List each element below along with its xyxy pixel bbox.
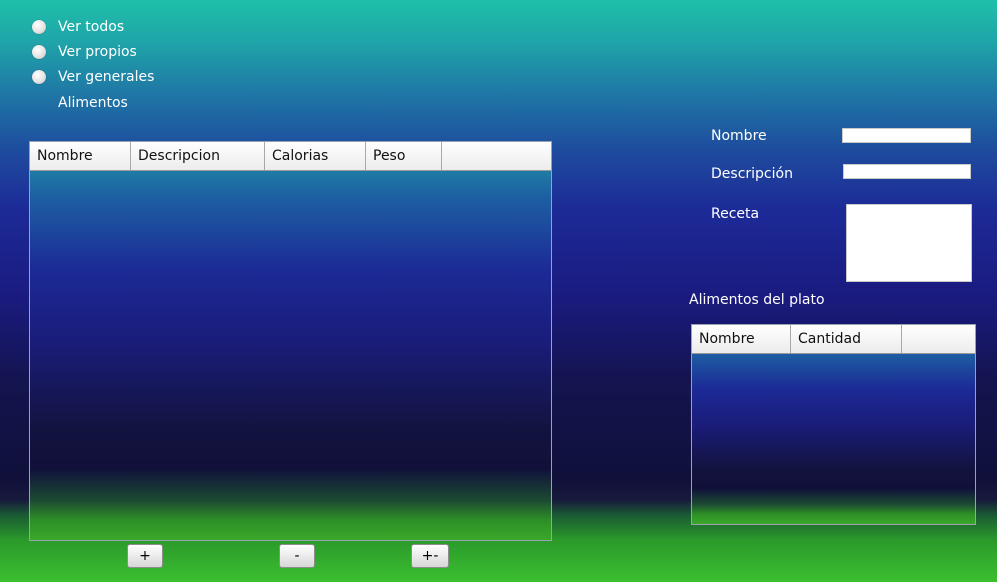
alimentos-del-plato-heading: Alimentos del plato [689, 292, 825, 308]
remove-button[interactable]: - [279, 544, 315, 568]
column-header-peso[interactable]: Peso [366, 142, 442, 170]
alimentos-table-header: Nombre Descripcion Calorias Peso [30, 142, 551, 171]
filter-ver-todos-label: Ver todos [58, 19, 125, 35]
filter-ver-propios-label: Ver propios [58, 44, 137, 60]
column-header-descripcion[interactable]: Descripcion [131, 142, 265, 170]
radio-ver-generales[interactable] [32, 70, 46, 84]
column-header-plato-nombre[interactable]: Nombre [692, 325, 791, 353]
nombre-label: Nombre [711, 128, 767, 144]
column-header-filler [442, 142, 551, 170]
alimentos-table[interactable]: Nombre Descripcion Calorias Peso [29, 141, 552, 541]
filter-ver-propios[interactable]: Ver propios [32, 44, 137, 60]
filter-ver-generales-label: Ver generales [58, 69, 155, 85]
column-header-plato-filler [902, 325, 975, 353]
plato-table-header: Nombre Cantidad [692, 325, 975, 354]
column-header-plato-cantidad[interactable]: Cantidad [791, 325, 902, 353]
filter-ver-todos[interactable]: Ver todos [32, 19, 124, 35]
nombre-input[interactable] [842, 128, 971, 143]
edit-button[interactable]: +- [411, 544, 449, 568]
receta-textarea[interactable] [846, 204, 972, 282]
filter-ver-generales[interactable]: Ver generales [32, 69, 154, 85]
column-header-calorias[interactable]: Calorias [265, 142, 366, 170]
add-button[interactable]: + [127, 544, 163, 568]
radio-ver-todos[interactable] [32, 20, 46, 34]
radio-ver-propios[interactable] [32, 45, 46, 59]
descripcion-label: Descripción [711, 166, 793, 182]
receta-label: Receta [711, 206, 760, 222]
plato-table[interactable]: Nombre Cantidad [691, 324, 976, 525]
alimentos-heading: Alimentos [58, 95, 128, 111]
descripcion-input[interactable] [843, 164, 971, 179]
column-header-nombre[interactable]: Nombre [30, 142, 131, 170]
